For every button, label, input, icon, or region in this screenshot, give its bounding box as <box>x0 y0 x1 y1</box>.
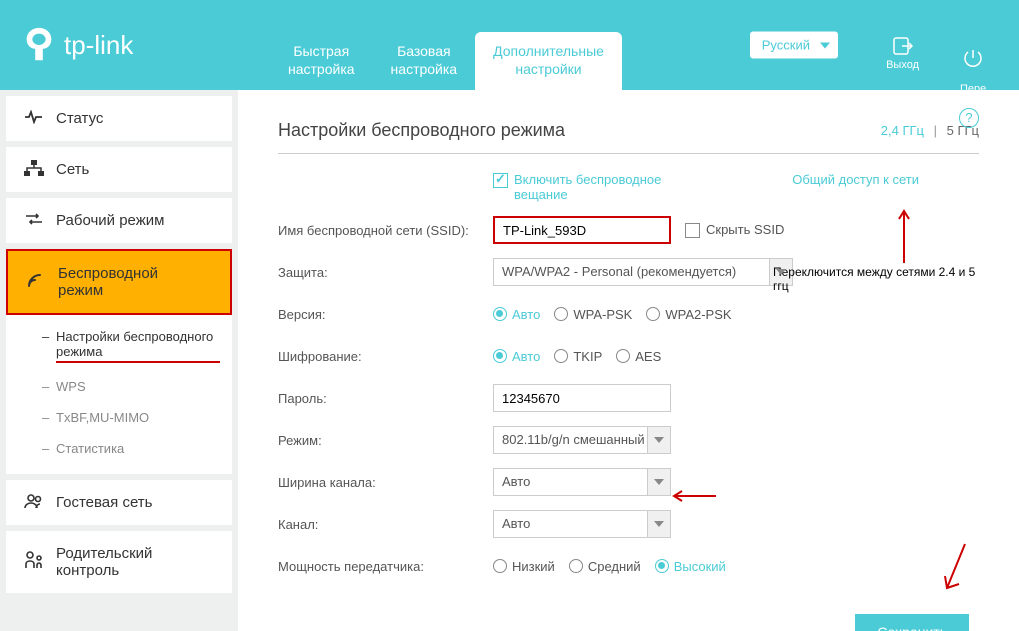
sidebar-item-label: Сеть <box>56 161 89 178</box>
language-select[interactable]: Русский <box>749 31 839 60</box>
header: tp-link Быстрая настройка Базовая настро… <box>0 0 1019 90</box>
encryption-auto-radio[interactable]: Авто <box>493 349 540 364</box>
sidebar-item-label: Рабочий режим <box>56 212 164 229</box>
logout-icon <box>892 36 914 56</box>
encryption-aes-radio[interactable]: AES <box>616 349 661 364</box>
parental-icon <box>24 551 44 573</box>
hide-ssid-checkbox[interactable]: Скрыть SSID <box>685 222 784 238</box>
sidebar-item-network[interactable]: Сеть <box>6 147 232 192</box>
pulse-icon <box>24 110 44 128</box>
width-label: Ширина канала: <box>278 475 493 490</box>
sub-statistics[interactable]: Статистика <box>6 433 232 464</box>
version-wpapsk-radio[interactable]: WPA-PSK <box>554 307 632 322</box>
enable-wireless-checkbox[interactable]: Включить беспроводное вещание <box>493 172 674 202</box>
guest-icon <box>24 493 44 513</box>
mode-icon <box>24 212 44 230</box>
tab-basic[interactable]: Базовая настройка <box>373 32 476 90</box>
band-24ghz[interactable]: 2,4 ГГц <box>881 123 924 138</box>
help-icon[interactable]: ? <box>959 108 979 128</box>
share-network-link[interactable]: Общий доступ к сети <box>792 172 919 187</box>
network-icon <box>24 160 44 180</box>
sidebar-item-wireless[interactable]: Беспроводной режим <box>6 249 232 315</box>
channel-select[interactable]: Авто <box>493 510 671 538</box>
save-button[interactable]: Сохранить <box>855 614 969 631</box>
sidebar-item-label: Статус <box>56 110 103 127</box>
power-label: Мощность передатчика: <box>278 559 493 574</box>
reboot-icon <box>962 48 984 68</box>
sidebar-item-label: Беспроводной режим <box>58 265 198 299</box>
security-select[interactable]: WPA/WPA2 - Personal (рекомендуется) <box>493 258 793 286</box>
brand-text: tp-link <box>64 30 133 61</box>
page-title: Настройки беспроводного режима <box>278 120 565 141</box>
wifi-icon <box>26 272 46 292</box>
password-input[interactable] <box>493 384 671 412</box>
wireless-submenu: Настройки беспроводного режима WPS TxBF,… <box>6 315 232 474</box>
version-label: Версия: <box>278 307 493 322</box>
sidebar-item-label: Гостевая сеть <box>56 494 152 511</box>
ssid-input[interactable] <box>493 216 671 244</box>
security-label: Защита: <box>278 265 493 280</box>
sidebar-item-parental[interactable]: Родительский контроль <box>6 531 232 593</box>
sidebar: Статус Сеть Рабочий режим Беспроводной р… <box>0 90 238 631</box>
logout-button[interactable]: Выход <box>886 36 919 71</box>
tab-advanced[interactable]: Дополнительные настройки <box>475 32 622 90</box>
version-wpa2psk-radio[interactable]: WPA2-PSK <box>646 307 731 322</box>
power-mid-radio[interactable]: Средний <box>569 559 641 574</box>
encryption-tkip-radio[interactable]: TKIP <box>554 349 602 364</box>
channel-width-select[interactable]: Авто <box>493 468 671 496</box>
sub-wps[interactable]: WPS <box>6 371 232 402</box>
brand-logo: tp-link <box>20 26 133 64</box>
sub-wireless-settings[interactable]: Настройки беспроводного режима <box>6 321 232 371</box>
encryption-label: Шифрование: <box>278 349 493 364</box>
mode-label: Режим: <box>278 433 493 448</box>
tplink-logo-icon <box>20 26 58 64</box>
ssid-label: Имя беспроводной сети (SSID): <box>278 223 493 238</box>
power-high-radio[interactable]: Высокий <box>655 559 726 574</box>
sidebar-item-guest[interactable]: Гостевая сеть <box>6 480 232 525</box>
checkbox-icon <box>493 173 508 188</box>
sidebar-item-label: Родительский контроль <box>56 545 196 579</box>
main-content: ? Настройки беспроводного режима 2,4 ГГц… <box>238 90 1019 631</box>
checkbox-icon <box>685 223 700 238</box>
power-low-radio[interactable]: Низкий <box>493 559 555 574</box>
channel-label: Канал: <box>278 517 493 532</box>
sub-txbf[interactable]: TxBF,MU-MIMO <box>6 402 232 433</box>
tab-quick-setup[interactable]: Быстрая настройка <box>270 32 373 90</box>
logout-label: Выход <box>886 59 919 71</box>
mode-select[interactable]: 802.11b/g/n смешанный <box>493 426 671 454</box>
top-tabs: Быстрая настройка Базовая настройка Допо… <box>270 32 622 90</box>
version-auto-radio[interactable]: Авто <box>493 307 540 322</box>
password-label: Пароль: <box>278 391 493 406</box>
sidebar-item-mode[interactable]: Рабочий режим <box>6 198 232 243</box>
sidebar-item-status[interactable]: Статус <box>6 96 232 141</box>
